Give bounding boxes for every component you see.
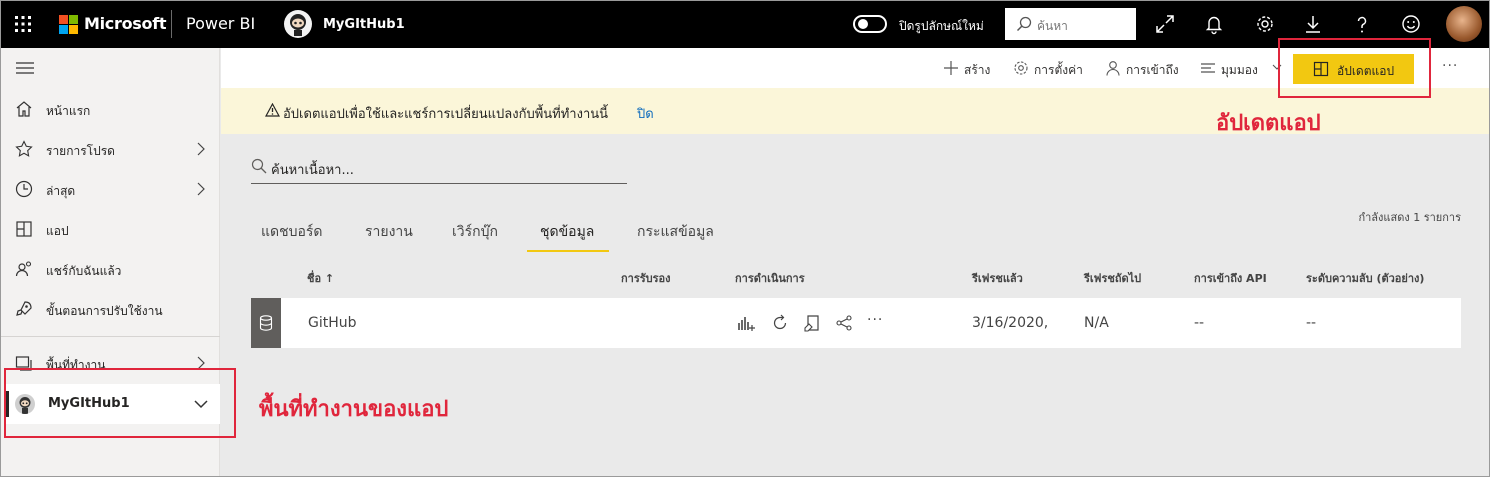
gear-icon[interactable] bbox=[1254, 13, 1276, 35]
app-workspace-annotation: พื้นที่ทำงานของแอป bbox=[259, 397, 449, 422]
refreshed-value: 3/16/2020, bbox=[972, 315, 1049, 331]
next-refresh-value: N/A bbox=[1084, 315, 1109, 331]
tab-dashboards[interactable]: แดชบอร์ด bbox=[261, 221, 323, 243]
app-launcher-icon[interactable] bbox=[13, 14, 33, 34]
star-icon bbox=[15, 140, 33, 157]
product-name[interactable]: Power BI bbox=[186, 14, 255, 33]
sidebar-item-recent[interactable]: ล่าสุด bbox=[1, 171, 220, 207]
workspace-name[interactable]: MyGItHub1 bbox=[323, 17, 405, 32]
plus-icon bbox=[944, 61, 958, 75]
hamburger-menu-icon[interactable] bbox=[16, 61, 34, 75]
sidebar-item-label: แชร์กับฉันแล้ว bbox=[46, 264, 122, 278]
divider bbox=[1, 336, 220, 337]
sidebar-item-label: รายการโปรด bbox=[46, 144, 115, 158]
database-icon bbox=[259, 315, 273, 331]
sidebar-item-apps[interactable]: แอป bbox=[1, 211, 220, 247]
chevron-right-icon bbox=[197, 182, 205, 196]
tab-dataflows[interactable]: กระแสข้อมูล bbox=[637, 221, 714, 243]
content-search-placeholder: ค้นหาเนื้อหา... bbox=[271, 163, 354, 178]
tab-reports[interactable]: รายงาน bbox=[365, 221, 413, 243]
settings-label: การตั้งค่า bbox=[1034, 63, 1083, 77]
row-more-options[interactable]: ··· bbox=[867, 312, 883, 328]
top-bar: Microsoft Power BI MyGItHub1 ปิดรูปลักษณ… bbox=[1, 1, 1489, 48]
sidebar-item-deployment-pipelines[interactable]: ขั้นตอนการปรับใช้งาน bbox=[1, 291, 220, 327]
table-row[interactable]: GitHub ··· 3/16/2020, N/A -- -- bbox=[251, 298, 1461, 348]
column-header-next-refresh[interactable]: รีเฟรชถัดไป bbox=[1084, 269, 1141, 287]
column-header-name[interactable]: ชื่อ ↑ bbox=[307, 269, 334, 287]
column-header-actions: การดำเนินการ bbox=[735, 272, 805, 285]
view-label: มุมมอง bbox=[1221, 63, 1258, 77]
workspace-highlight bbox=[4, 368, 236, 438]
sidebar-item-favorites[interactable]: รายการโปรด bbox=[1, 131, 220, 167]
clock-icon bbox=[15, 180, 33, 198]
gear-icon bbox=[1014, 61, 1028, 75]
create-report-icon[interactable] bbox=[737, 314, 755, 332]
search-placeholder: ค้นหา bbox=[1037, 19, 1068, 33]
column-header-sensitivity[interactable]: ระดับความลับ (ตัวอย่าง) bbox=[1306, 269, 1424, 287]
tab-workbooks[interactable]: เวิร์กบุ๊ก bbox=[452, 221, 498, 243]
sidebar-item-label: แอป bbox=[46, 224, 69, 238]
column-header-api-access[interactable]: การเข้าถึง API bbox=[1194, 269, 1267, 287]
dataset-name-link[interactable]: GitHub bbox=[308, 315, 357, 331]
access-label: การเข้าถึง bbox=[1126, 63, 1179, 77]
new-look-toggle[interactable] bbox=[853, 15, 887, 33]
workspace-avatar bbox=[284, 10, 312, 38]
download-icon[interactable] bbox=[1302, 13, 1324, 35]
expand-icon[interactable] bbox=[1154, 13, 1176, 35]
schedule-refresh-icon[interactable] bbox=[803, 314, 821, 332]
bell-icon[interactable] bbox=[1203, 13, 1225, 35]
rocket-icon bbox=[16, 301, 32, 316]
column-header-refreshed[interactable]: รีเฟรชแล้ว bbox=[972, 269, 1023, 287]
shared-icon bbox=[15, 261, 32, 277]
update-app-highlight bbox=[1278, 38, 1431, 98]
refresh-icon[interactable] bbox=[771, 314, 789, 332]
search-box[interactable]: ค้นหา bbox=[1005, 8, 1136, 40]
screenshot-frame: Microsoft Power BI MyGItHub1 ปิดรูปลักษณ… bbox=[0, 0, 1490, 477]
feedback-smiley-icon[interactable] bbox=[1400, 13, 1422, 35]
chevron-right-icon bbox=[197, 142, 205, 156]
home-icon bbox=[16, 101, 32, 117]
dataset-type-indicator bbox=[251, 298, 281, 348]
share-icon[interactable] bbox=[835, 314, 853, 332]
apps-icon bbox=[16, 221, 32, 237]
api-access-value: -- bbox=[1194, 315, 1205, 331]
create-label: สร้าง bbox=[964, 63, 991, 77]
divider bbox=[171, 10, 172, 38]
toggle-label: ปิดรูปลักษณ์ใหม่ bbox=[899, 19, 984, 33]
brand-name[interactable]: Microsoft bbox=[84, 14, 167, 33]
update-app-annotation: อัปเดตแอป bbox=[1216, 111, 1321, 136]
sensitivity-value: -- bbox=[1306, 315, 1317, 331]
sidebar-item-label: ขั้นตอนการปรับใช้งาน bbox=[46, 304, 163, 318]
content-search-input[interactable]: ค้นหาเนื้อหา... bbox=[251, 156, 627, 184]
tab-datasets[interactable]: ชุดข้อมูล bbox=[540, 221, 594, 243]
person-icon bbox=[1106, 61, 1120, 76]
banner-close-link[interactable]: ปิด bbox=[637, 103, 654, 124]
sidebar-item-shared[interactable]: แชร์กับฉันแล้ว bbox=[1, 251, 220, 287]
search-icon bbox=[251, 158, 267, 174]
search-icon bbox=[1016, 16, 1032, 32]
warning-icon bbox=[265, 103, 280, 117]
column-header-endorsement[interactable]: การรับรอง bbox=[621, 269, 671, 287]
sidebar-item-label: ล่าสุด bbox=[46, 184, 76, 198]
sidebar-item-label: หน้าแรก bbox=[46, 104, 91, 118]
sidebar-item-home[interactable]: หน้าแรก bbox=[1, 91, 220, 127]
banner-text: อัปเดตแอปเพื่อใช้และแชร์การเปลี่ยนแปลงกั… bbox=[283, 107, 609, 122]
microsoft-logo-icon bbox=[59, 15, 79, 35]
more-options-button[interactable]: ··· bbox=[1442, 58, 1458, 74]
octocat-icon bbox=[290, 14, 306, 36]
active-tab-indicator bbox=[527, 250, 609, 252]
user-avatar[interactable] bbox=[1446, 6, 1482, 42]
view-lines-icon bbox=[1201, 63, 1215, 73]
showing-count: กำลังแสดง 1 รายการ bbox=[1358, 211, 1461, 224]
help-icon[interactable] bbox=[1351, 13, 1373, 35]
